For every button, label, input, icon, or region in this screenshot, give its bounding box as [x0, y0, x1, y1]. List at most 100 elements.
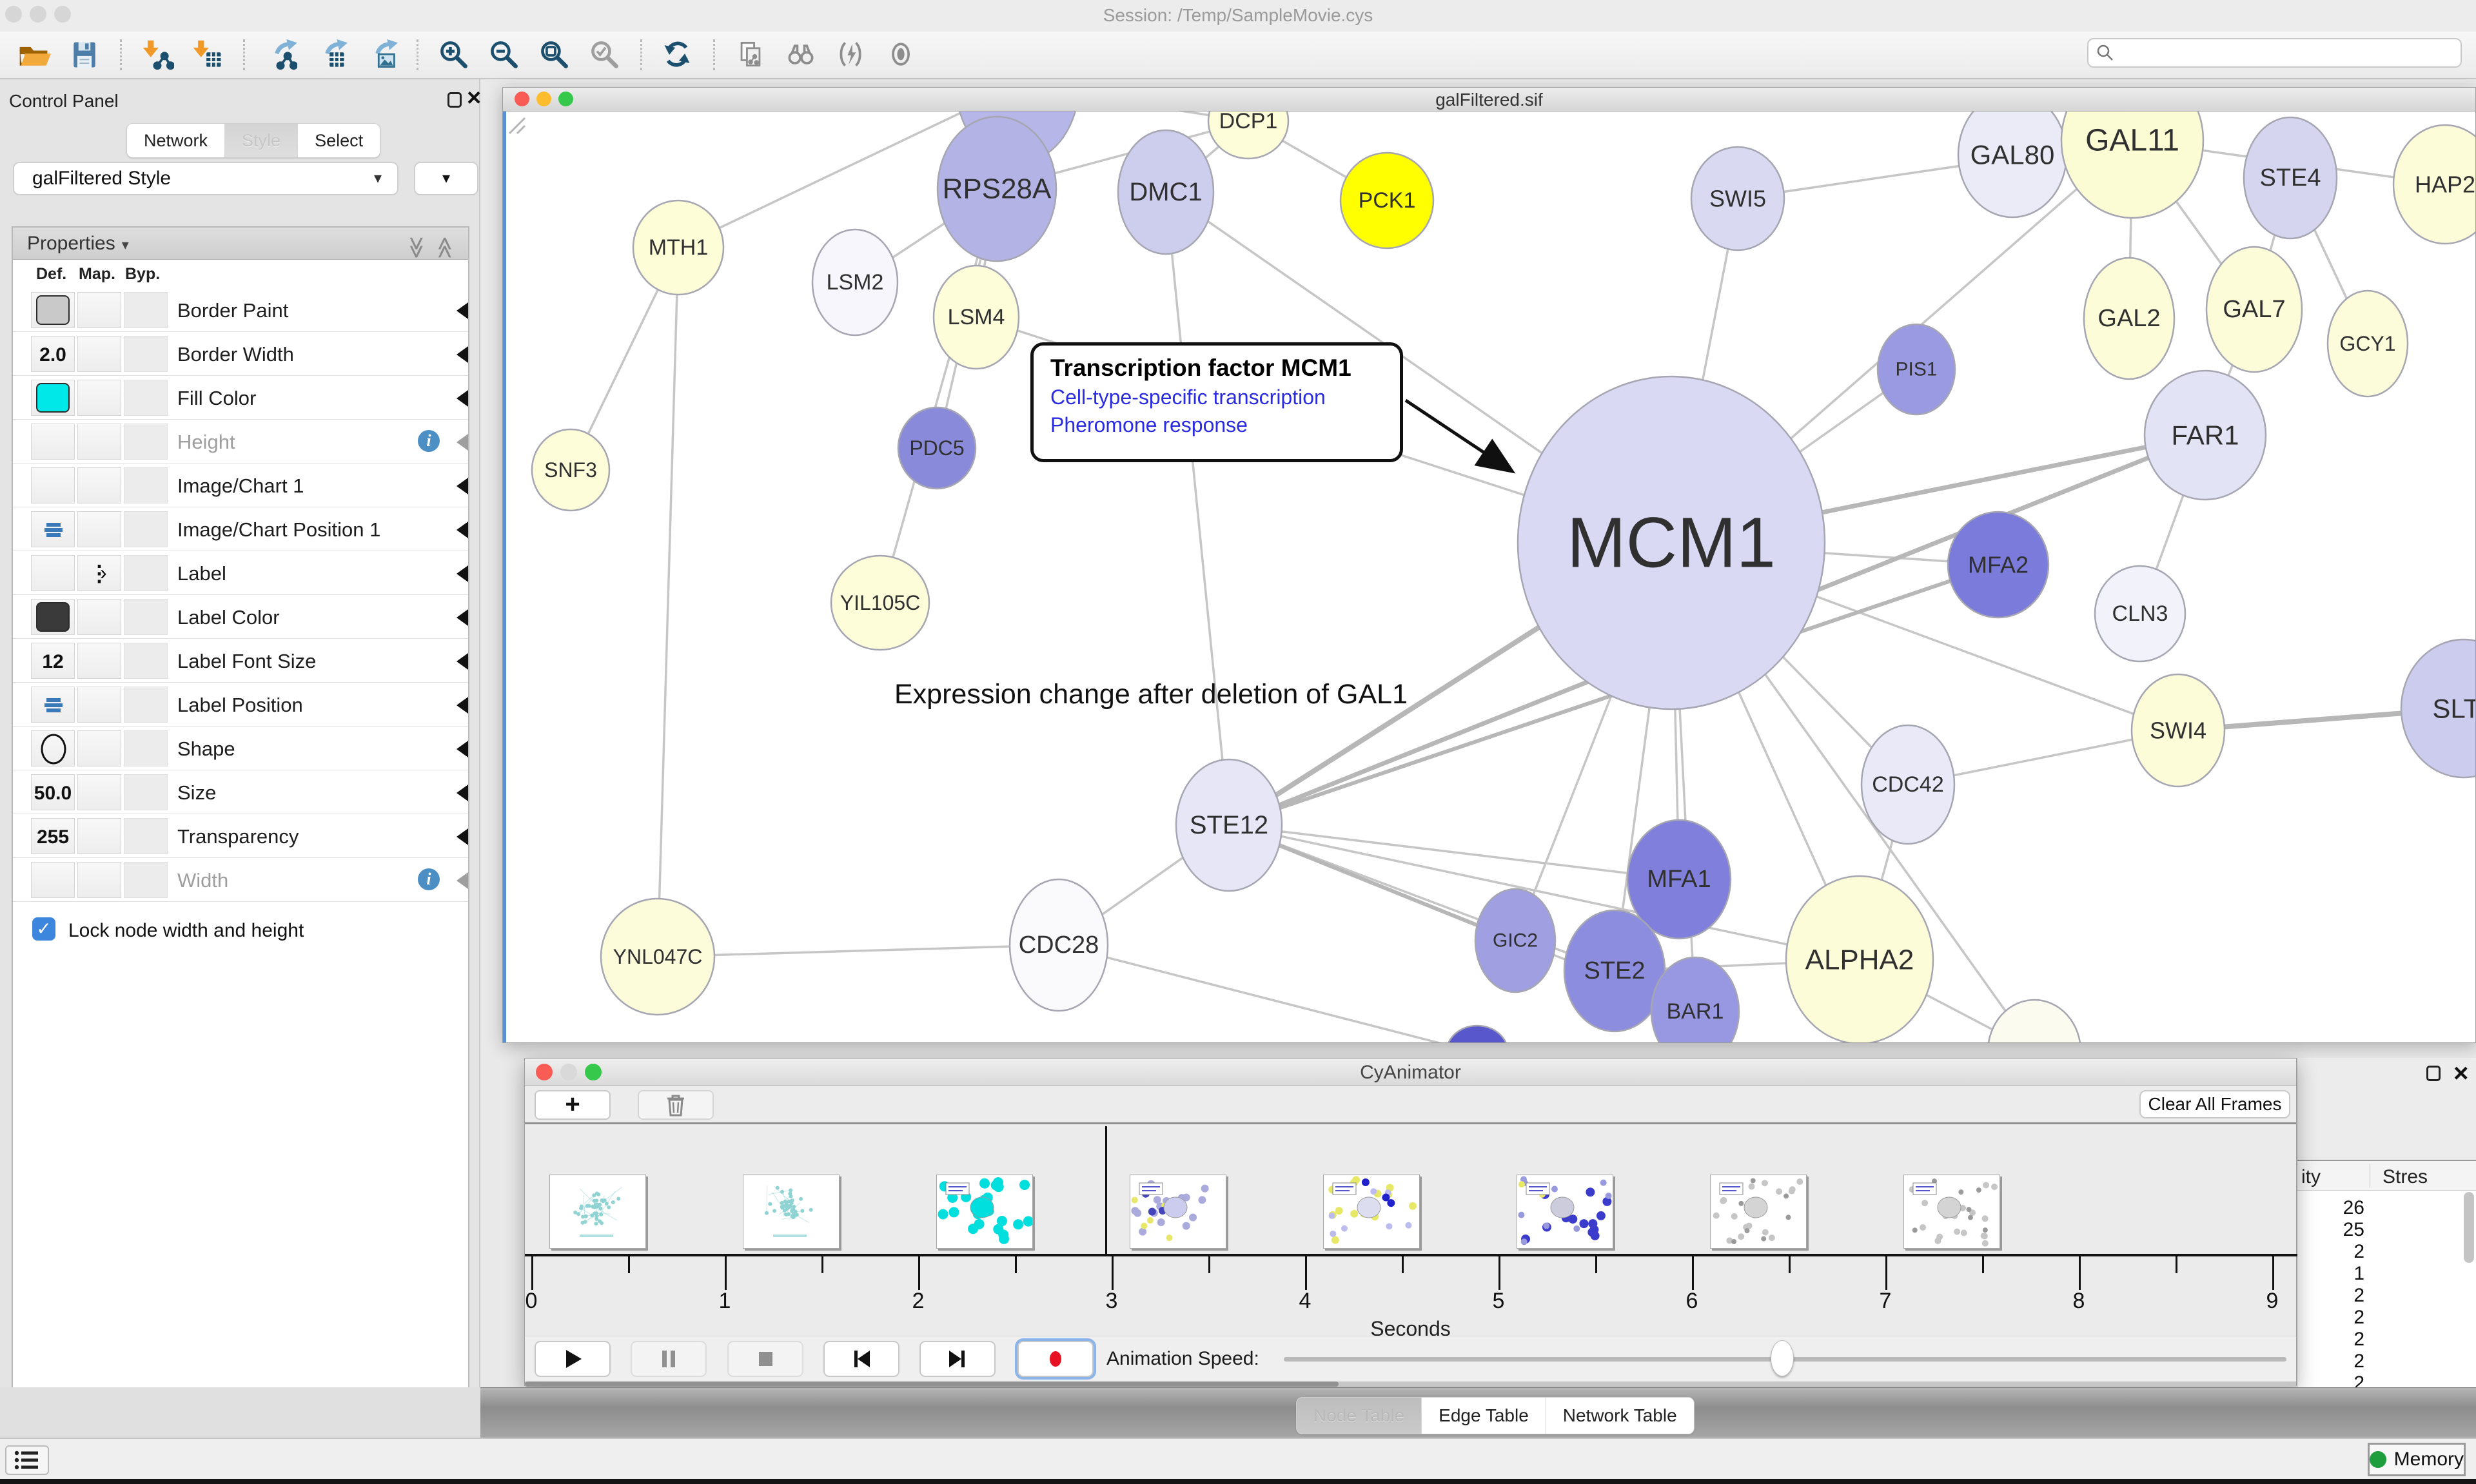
mapping-cell[interactable] [77, 292, 121, 328]
node-mcm1[interactable]: MCM1 [1518, 376, 1825, 709]
stop-button[interactable] [727, 1341, 803, 1377]
node-cln3[interactable]: CLN3 [2095, 566, 2185, 661]
tab-edge-table[interactable]: Edge Table [1422, 1398, 1546, 1434]
timeline-scrollbar[interactable] [525, 1381, 2296, 1387]
mapping-cell[interactable] [77, 511, 121, 547]
collapse-arrow-icon[interactable] [457, 609, 468, 626]
search-input[interactable] [2121, 43, 2453, 63]
style-selector[interactable]: galFiltered Style ▾ [13, 162, 398, 195]
node-hap2[interactable]: HAP2 [2393, 125, 2475, 244]
node-pdc5[interactable]: PDC5 [898, 407, 976, 489]
zoom-in-icon[interactable] [435, 36, 473, 73]
export-image-icon[interactable] [362, 36, 400, 73]
mapping-cell[interactable]: ⋮› [77, 555, 121, 591]
default-cell[interactable] [31, 730, 75, 766]
tab-node-table[interactable]: Node Table [1297, 1398, 1422, 1434]
collapse-arrow-icon[interactable] [457, 653, 468, 670]
bypass-cell[interactable] [124, 555, 168, 591]
property-row-label[interactable]: ⋮›Label [13, 551, 468, 595]
float-panel-icon[interactable] [447, 92, 462, 108]
network-canvas[interactable]: RPS28BDCP1RPS28ADMC1PCK1MTH1LSM2LSM4SNF3… [503, 112, 2475, 1042]
open-folder-icon[interactable] [15, 36, 53, 73]
table-cell[interactable]: 25 [2300, 1219, 2364, 1241]
mapping-cell[interactable] [77, 599, 121, 635]
default-cell[interactable] [31, 380, 75, 416]
annotation-link[interactable]: Pheromone response [1050, 413, 1400, 437]
pause-button[interactable] [631, 1341, 707, 1377]
skip-to-start-button[interactable] [823, 1341, 899, 1377]
close-panel-icon[interactable]: × [467, 86, 481, 110]
default-cell[interactable] [31, 292, 75, 328]
property-row-label-position[interactable]: Label Position [13, 683, 468, 727]
property-row-transparency[interactable]: 255Transparency [13, 814, 468, 858]
table-cell[interactable]: 2 [2300, 1241, 2364, 1263]
default-cell[interactable] [31, 424, 75, 460]
bypass-cell[interactable] [124, 292, 168, 328]
bypass-cell[interactable] [124, 424, 168, 460]
default-cell[interactable] [31, 467, 75, 503]
network-graph[interactable]: RPS28BDCP1RPS28ADMC1PCK1MTH1LSM2LSM4SNF3… [503, 112, 2475, 1042]
node-ste12[interactable]: STE12 [1176, 759, 1282, 891]
cyanimator-titlebar[interactable]: CyAnimator [525, 1059, 2296, 1086]
collapse-all-icon[interactable]: ≪ [429, 236, 461, 259]
mapping-cell[interactable] [77, 643, 121, 679]
bypass-cell[interactable] [124, 511, 168, 547]
node-ynl047c[interactable]: YNL047C [601, 899, 714, 1015]
mapping-cell[interactable] [77, 774, 121, 810]
node-ste4[interactable]: STE4 [2244, 117, 2337, 239]
mapping-cell[interactable] [77, 687, 121, 723]
node-mfa2[interactable]: MFA2 [1948, 512, 2049, 618]
keyframe-thumbnail-6[interactable] [1710, 1175, 1807, 1249]
slider-handle[interactable] [1771, 1340, 1794, 1376]
export-network-icon[interactable] [262, 36, 299, 73]
collapse-arrow-icon[interactable] [457, 741, 468, 757]
collapse-arrow-icon[interactable] [457, 434, 468, 451]
node-gic2[interactable]: GIC2 [1475, 889, 1555, 992]
default-value[interactable]: 2.0 [32, 344, 74, 366]
tab-style[interactable]: Style [225, 124, 298, 157]
table-cell[interactable]: 2 [2300, 1307, 2364, 1329]
node-lsm2[interactable]: LSM2 [812, 229, 898, 335]
node-gal7[interactable]: GAL7 [2206, 247, 2302, 372]
bypass-cell[interactable] [124, 467, 168, 503]
node-pck1[interactable]: PCK1 [1341, 153, 1433, 248]
collapse-arrow-icon[interactable] [457, 565, 468, 582]
annotation-box[interactable]: Transcription factor MCM1 Cell-type-spec… [1030, 342, 1403, 462]
bypass-cell[interactable] [124, 730, 168, 766]
properties-header[interactable]: Properties▾ ≫ ≪ [13, 228, 468, 260]
import-network-icon[interactable] [139, 36, 176, 73]
mapping-cell[interactable] [77, 467, 121, 503]
bypass-cell[interactable] [124, 774, 168, 810]
property-row-label-font-size[interactable]: 12Label Font Size [13, 639, 468, 683]
collapse-arrow-icon[interactable] [457, 697, 468, 714]
collapse-arrow-icon[interactable] [457, 522, 468, 538]
table-cell[interactable]: 2 [2300, 1329, 2364, 1351]
default-value[interactable]: 50.0 [32, 783, 74, 805]
play-button[interactable] [535, 1341, 611, 1377]
property-row-image-chart-1[interactable]: Image/Chart 1 [13, 464, 468, 507]
default-cell[interactable]: 50.0 [31, 774, 75, 810]
search-box[interactable] [2087, 38, 2462, 68]
expand-all-icon[interactable]: ≫ [400, 236, 433, 259]
node-gal2[interactable]: GAL2 [2084, 258, 2174, 379]
save-icon[interactable] [66, 36, 103, 73]
info-icon[interactable]: i [418, 430, 440, 452]
node-cdc42[interactable]: CDC42 [1862, 725, 1954, 844]
add-frame-button[interactable]: + [535, 1090, 611, 1120]
tab-select[interactable]: Select [298, 124, 380, 157]
property-row-image-chart-position-1[interactable]: Image/Chart Position 1 [13, 507, 468, 551]
keyframe-thumbnail-4[interactable] [1323, 1175, 1420, 1249]
bypass-cell[interactable] [124, 862, 168, 898]
node-gal80[interactable]: GAL80 [1958, 112, 2067, 217]
float-panel-icon[interactable] [2426, 1066, 2441, 1081]
record-button[interactable] [1017, 1341, 1094, 1377]
keyframe-thumbnail-5[interactable] [1517, 1175, 1613, 1249]
bypass-cell[interactable] [124, 380, 168, 416]
table-cell[interactable]: 2 [2300, 1285, 2364, 1307]
node-swi4[interactable]: SWI4 [2132, 674, 2225, 786]
mapping-cell[interactable] [77, 818, 121, 854]
memory-button[interactable]: Memory [2368, 1443, 2466, 1476]
keyframe-thumbnail-3[interactable] [1130, 1175, 1226, 1249]
node-dmc1[interactable]: DMC1 [1118, 130, 1213, 254]
zoom-fit-icon[interactable] [536, 36, 573, 73]
